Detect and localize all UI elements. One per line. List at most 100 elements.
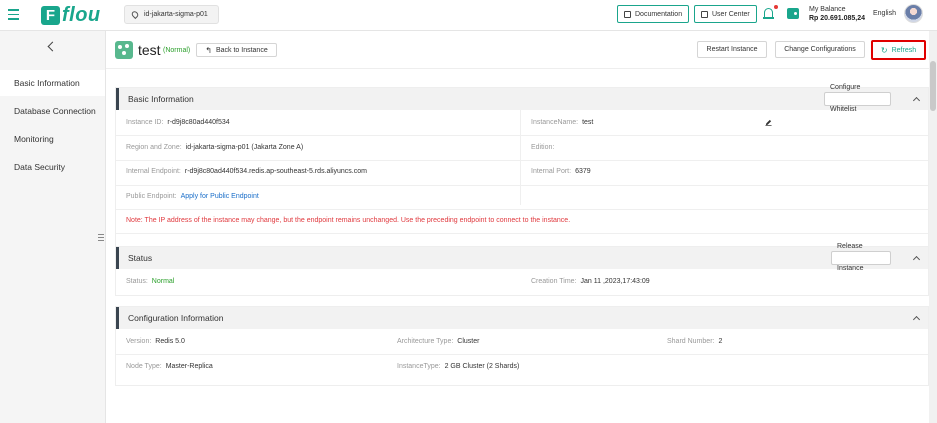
sidebar-item-basic-information[interactable]: Basic Information [0,70,105,96]
refresh-icon: ↻ [880,45,888,55]
configure-whitelist-button[interactable]: Configure Whitelist [824,84,891,113]
sidebar-item-label: Data Security [14,162,66,172]
configuration-information-section: Configuration Information Version: Redis … [115,306,929,386]
status-badge: (Normal) [163,47,191,54]
status-value: Normal [151,278,175,285]
region-zone-row: Region and Zone: id-jakarta-sigma-p01 (Ja… [126,144,303,151]
back-to-instance-button[interactable]: ↰ Back to Instance [196,43,277,57]
architecture-value: Cluster [457,338,480,345]
change-configurations-button[interactable]: Change Configurations [775,41,865,58]
region-zone-label: Region and Zone: [126,144,182,151]
restart-instance-label: Restart Instance [706,46,758,53]
sidebar-item-monitoring[interactable]: Monitoring [0,126,105,152]
top-bar: F flou id-jakarta-sigma-p01 Documentatio… [0,0,937,31]
notification-dot [774,5,778,9]
shard-number-row: Shard Number: 2 [667,338,722,345]
instance-id-row: Instance ID: r-d9j8c80ad440f534 [126,119,230,126]
refresh-button[interactable]: ↻ Refresh [871,40,926,60]
creation-time-value: Jan 11 ,2023,17:43:09 [580,278,650,285]
node-type-row: Node Type: Master-Replica [126,363,213,370]
edition-row: Edition: [531,144,554,151]
logo-mark: F [41,5,60,25]
logo[interactable]: F flou [41,3,101,26]
section-title: Basic Information [128,94,194,104]
sidebar-collapse-handle-icon[interactable] [98,234,106,244]
instance-id-value: r-d9j8c80ad440f534 [167,119,230,126]
balance-amount: Rp 20.691.085,24 [809,15,866,22]
section-title: Status [128,253,153,263]
sidebar-item-database-connection[interactable]: Database Connection [0,98,105,124]
creation-time-row: Creation Time: Jan 11 ,2023,17:43:09 [531,278,650,285]
wallet-icon[interactable] [787,8,799,19]
instance-name-value: test [582,119,594,126]
menu-icon[interactable] [8,9,19,20]
internal-port-value: 6379 [575,168,591,175]
instance-name-label: InstanceName: [531,119,579,126]
endpoint-note: Note: The IP address of the instance may… [126,217,571,224]
document-icon [624,10,631,18]
location-pin-icon [130,9,140,20]
section-title: Configuration Information [128,313,224,323]
region-zone-value: id-jakarta-sigma-p01 (Jakarta Zone A) [185,144,304,151]
back-to-instance-label: Back to Instance [215,46,268,54]
balance-display[interactable]: My Balance Rp 20.691.085,24 [809,5,865,23]
creation-time-label: Creation Time: [531,278,577,285]
instance-type-label: InstanceType: [397,363,441,370]
node-type-label: Node Type: [126,363,162,370]
basic-information-section: Basic Information Configure Whitelist In… [115,84,929,265]
user-avatar[interactable] [904,4,923,23]
public-endpoint-label: Public Endpoint: [126,193,177,200]
edition-label: Edition: [531,144,555,151]
region-selector[interactable]: id-jakarta-sigma-p01 [124,5,219,24]
release-instance-label: Release Instance [837,243,864,272]
public-endpoint-row: Public Endpoint: Apply for Public Endpoin… [126,193,259,200]
internal-endpoint-value: r-d9j8c80ad440f534.redis.ap-southeast-5.… [184,168,367,175]
node-type-value: Master-Replica [165,363,213,370]
version-value: Redis 5.0 [155,338,185,345]
architecture-label: Architecture Type: [397,338,454,345]
restart-instance-button[interactable]: Restart Instance [697,41,767,58]
back-arrow-icon: ↰ [205,45,212,55]
vertical-scrollbar[interactable] [929,31,937,423]
architecture-row: Architecture Type: Cluster [397,338,479,345]
version-label: Version: [126,338,152,345]
sidebar-item-label: Monitoring [14,134,54,144]
instance-type-value: 2 GB Cluster (2 Shards) [444,363,520,370]
change-configurations-label: Change Configurations [784,46,856,53]
page-header: test (Normal) ↰ Back to Instance Restart… [106,31,929,69]
scrollbar-thumb[interactable] [930,61,936,111]
chevron-up-icon[interactable] [912,96,921,105]
refresh-label: Refresh [891,46,917,54]
status-section: Status Release Instance Status: Normal Cr… [115,243,929,296]
internal-endpoint-row: Internal Endpoint: r-d9j8c80ad440f534.red… [126,168,367,175]
chevron-left-icon[interactable] [47,41,58,52]
documentation-button[interactable]: Documentation [617,5,690,23]
status-row: Status: Normal [126,278,174,285]
user-center-icon [701,10,708,18]
language-selector[interactable]: English [873,10,896,17]
page-title: test [138,42,161,58]
sidebar: Basic Information Database Connection Mo… [0,31,106,423]
release-instance-button[interactable]: Release Instance [831,243,891,272]
documentation-label: Documentation [635,10,683,18]
status-label: Status: [126,278,148,285]
internal-port-label: Internal Port: [531,168,572,175]
logo-text: flou [62,3,101,26]
chevron-up-icon[interactable] [912,315,921,324]
internal-endpoint-label: Internal Endpoint: [126,168,181,175]
instance-name-row: InstanceName: test [531,119,593,126]
shard-number-value: 2 [718,338,723,345]
user-center-button[interactable]: User Center [694,5,757,23]
sidebar-item-label: Database Connection [14,106,96,116]
user-center-label: User Center [712,10,750,18]
section-header: Configuration Information [116,307,928,329]
instance-id-label: Instance ID: [126,119,164,126]
instance-type-row: InstanceType: 2 GB Cluster (2 Shards) [397,363,519,370]
notification-bell-icon[interactable] [763,5,778,19]
sidebar-item-data-security[interactable]: Data Security [0,154,105,180]
balance-label: My Balance [809,6,846,13]
chevron-up-icon[interactable] [912,255,921,264]
edit-pencil-icon[interactable] [765,119,772,126]
apply-public-endpoint-link[interactable]: Apply for Public Endpoint [181,193,259,200]
configure-whitelist-label: Configure Whitelist [830,84,861,113]
